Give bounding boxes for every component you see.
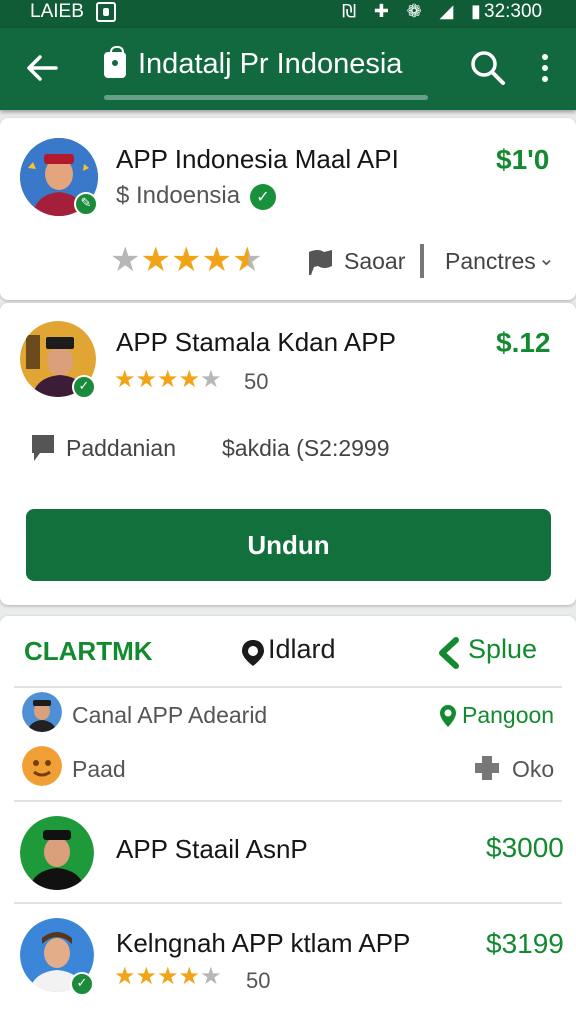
notification-icon (96, 2, 116, 22)
price-detail: $akdia (S2:2999 (222, 435, 390, 461)
puzzle-icon (475, 756, 499, 780)
row-avatar (22, 746, 62, 786)
status-bar: LAIEB ₪ ✚ ❁ ◢ ▮ 32:300 (0, 0, 576, 28)
status-icons: ₪ ✚ ❁ ◢ ▮ (342, 1, 487, 22)
stat-label: Saoar (344, 248, 406, 274)
rating-count: 50 (246, 968, 271, 993)
sort-label[interactable]: Panctres (445, 248, 536, 275)
star-icon: ★ (114, 365, 136, 393)
shopping-bag-icon (104, 46, 126, 78)
star-icon: ★ (157, 962, 179, 990)
more-options-icon[interactable] (530, 50, 560, 88)
tab-idlard[interactable]: Idlard (268, 634, 336, 665)
tab-clartmk[interactable]: CLARTMK (24, 636, 153, 667)
location-pin-icon (440, 705, 456, 727)
star-icon: ★ (135, 962, 158, 990)
location-pin-icon (242, 640, 264, 666)
app-list-card: CLARTMK Idlard Splue Canal APP Adearid P… (0, 616, 576, 1024)
star-icon: ★ (110, 240, 141, 280)
category-label: Paddanian (66, 435, 176, 461)
star-rating: ★★★★★ (114, 962, 222, 990)
star-icon: ★ (200, 365, 222, 393)
star-rating: ★★★★★ (110, 240, 262, 280)
verified-badge-icon: ✓ (70, 972, 94, 996)
featured-app-card[interactable]: ✎ APP Indonesia Maal API $1'0 $ Indoensi… (0, 118, 576, 300)
divider (14, 686, 562, 688)
flag-icon (309, 250, 332, 275)
app-detail-card[interactable]: ✓ APP Stamala Kdan APP $.12 ★★★★★ 50 Pad… (0, 303, 576, 605)
star-icon: ★ (178, 365, 201, 393)
row-avatar (22, 692, 62, 732)
verified-badge-icon: ✓ (72, 375, 96, 399)
star-icon: ★ (157, 365, 179, 393)
search-icon[interactable] (468, 48, 508, 88)
star-icon: ★ (170, 240, 202, 280)
row-label[interactable]: Canal APP Adearid (72, 702, 267, 729)
star-icon: ★ (201, 240, 232, 280)
title-underline (104, 95, 428, 100)
app-price: $3000 (486, 832, 564, 863)
star-icon: ★ (178, 962, 201, 990)
clock: 32:300 (484, 1, 543, 22)
separator (420, 244, 424, 278)
verified-badge-icon: ✎ (74, 192, 98, 216)
app-price: $1'0 (496, 144, 550, 175)
app-name: Kelngnah APP ktlam APP (116, 928, 411, 958)
row-label[interactable]: Paad (72, 756, 126, 783)
tab-splue[interactable]: Splue (468, 634, 537, 665)
download-button[interactable]: Undun (26, 509, 551, 581)
star-icon: ★ (140, 240, 171, 280)
star-rating: ★★★★★ (114, 365, 222, 393)
chevron-down-icon[interactable]: ⌄ (538, 246, 555, 270)
star-icon: ★ (200, 962, 222, 990)
row-value: Oko (512, 756, 555, 782)
star-icon: ★ (114, 962, 136, 990)
star-half-icon: ★ (231, 240, 263, 280)
publisher-name: $ Indoensia (116, 182, 241, 209)
app-bar: Indatalj Pr Indonesia (0, 28, 576, 110)
app-avatar (20, 816, 94, 890)
app-name: APP Staail AsnP (116, 834, 308, 864)
row-action[interactable]: Pangoon (462, 702, 554, 729)
divider (14, 902, 562, 904)
chat-bubble-icon (32, 435, 54, 461)
chevron-left-icon[interactable] (436, 636, 462, 670)
app-price: $.12 (496, 327, 551, 358)
app-name: APP Indonesia Maal API (116, 144, 399, 174)
back-arrow-icon[interactable] (22, 48, 62, 88)
carrier-label: LAIEB (30, 1, 84, 22)
divider (14, 800, 562, 802)
rating-count: 50 (244, 369, 269, 394)
star-icon: ★ (135, 365, 158, 393)
page-title: Indatalj Pr Indonesia (138, 48, 403, 80)
verified-check-icon: ✓ (250, 184, 276, 210)
app-price: $3199 (486, 928, 564, 959)
app-name: APP Stamala Kdan APP (116, 327, 396, 357)
